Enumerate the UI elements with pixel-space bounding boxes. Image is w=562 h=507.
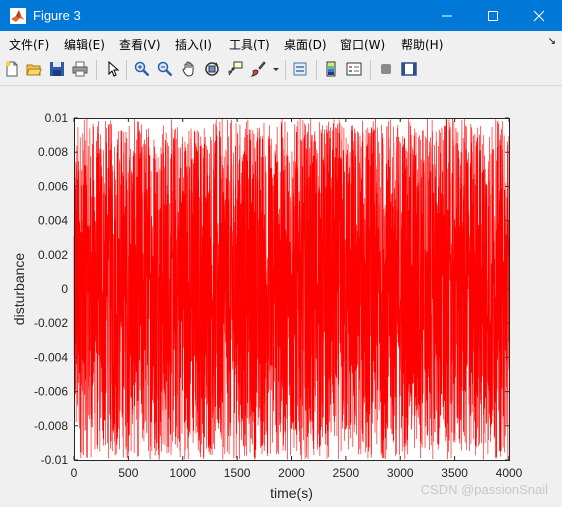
y-tick-label: 0.006: [38, 179, 68, 193]
close-icon: [533, 10, 545, 21]
dock-arrow-icon[interactable]: ↘: [548, 36, 556, 47]
legend-button[interactable]: [345, 60, 363, 78]
print-icon: [72, 61, 88, 77]
menu-edit[interactable]: 编辑(E): [64, 36, 105, 53]
zoom-out-button[interactable]: [156, 60, 174, 78]
x-tick-label: 1500: [224, 466, 251, 480]
zoom-in-icon: [134, 61, 150, 77]
y-tick-label: 0.01: [45, 111, 69, 125]
data-cursor-button[interactable]: [226, 60, 244, 78]
y-tick-label: -0.004: [34, 350, 68, 364]
hide-plot-tools-button[interactable]: [377, 60, 395, 78]
print-button[interactable]: [71, 60, 89, 78]
minimize-button[interactable]: [424, 0, 470, 31]
toolbar-separator: [285, 60, 286, 80]
save-icon: [50, 62, 64, 76]
menu-view[interactable]: 查看(V): [119, 36, 161, 53]
show-plot-tools-icon: [401, 62, 417, 76]
pan-button[interactable]: [180, 60, 198, 78]
y-tick-label: -0.006: [34, 385, 68, 399]
brush-button[interactable]: [249, 60, 267, 78]
legend-icon: [346, 62, 362, 76]
menu-tools[interactable]: 工具(T): [229, 36, 270, 53]
hide-plot-tools-icon: [381, 64, 391, 74]
toolbar-separator: [370, 60, 371, 80]
minimize-icon: [442, 15, 452, 16]
edit-plot-button[interactable]: [104, 60, 122, 78]
y-tick-label: 0.002: [38, 248, 68, 262]
toolbar-separator: [96, 60, 97, 80]
y-tick-label: -0.008: [34, 419, 68, 433]
x-tick-label: 3000: [387, 466, 414, 480]
maximize-icon: [488, 10, 498, 21]
x-tick-label: 500: [118, 466, 138, 480]
colorbar-button[interactable]: [322, 60, 340, 78]
x-axis-label: time(s): [270, 485, 313, 501]
x-tick-label: 2500: [333, 466, 360, 480]
menu-insert[interactable]: 插入(I): [175, 36, 212, 53]
menu-window[interactable]: 窗口(W): [340, 36, 385, 53]
menu-file[interactable]: 文件(F): [9, 36, 49, 53]
chevron-down-icon: [273, 68, 279, 71]
maximize-button[interactable]: [470, 0, 516, 31]
watermark: CSDN @passionSnail: [420, 482, 548, 497]
new-figure-button[interactable]: [3, 60, 21, 78]
open-file-button[interactable]: [25, 60, 43, 78]
x-tick-label: 0: [71, 466, 78, 480]
rotate-3d-button[interactable]: [203, 60, 221, 78]
show-plot-tools-button[interactable]: [400, 60, 418, 78]
y-tick-label: -0.002: [34, 316, 68, 330]
zoom-out-icon: [157, 61, 173, 77]
toolbar-separator: [316, 60, 317, 80]
y-axis-label: disturbance: [11, 253, 27, 326]
figure-canvas[interactable]: 0 500 1000 1500 2000 2500 3000 3500 4000 -0.01 -0…: [0, 86, 562, 507]
disturbance-plot: 0 500 1000 1500 2000 2500 3000 3500 4000 -0.01 -0…: [11, 111, 523, 501]
figure-toolbar: [0, 55, 562, 86]
data-cursor-icon: [228, 61, 243, 76]
y-tick-label: 0.008: [38, 145, 68, 159]
x-tick-label: 3500: [441, 466, 468, 480]
matlab-logo-icon: [10, 8, 26, 24]
rotate-3d-icon: [205, 62, 219, 76]
zoom-in-button[interactable]: [133, 60, 151, 78]
toolbar-separator: [126, 60, 127, 80]
window-title: Figure 3: [33, 8, 81, 23]
close-button[interactable]: [516, 0, 562, 31]
x-tick-label: 4000: [496, 466, 523, 480]
pan-icon: [182, 61, 194, 77]
link-plot-button[interactable]: [291, 60, 309, 78]
menu-help[interactable]: 帮助(H): [401, 36, 443, 53]
new-figure-icon: [5, 61, 18, 77]
y-tick-label: 0: [61, 282, 68, 296]
y-tick-label: -0.01: [41, 453, 69, 467]
colorbar-icon: [326, 61, 336, 77]
x-tick-label: 2000: [278, 466, 305, 480]
open-file-icon: [26, 64, 42, 76]
y-tick-label: 0.004: [38, 214, 68, 228]
brush-icon: [250, 61, 266, 77]
edit-plot-icon: [108, 61, 120, 77]
brush-dropdown[interactable]: [271, 60, 281, 78]
x-tick-label: 1000: [169, 466, 196, 480]
link-plot-icon: [293, 62, 307, 76]
menu-desktop[interactable]: 桌面(D): [284, 36, 327, 53]
title-bar: Figure 3: [0, 0, 562, 31]
menu-bar: 文件(F) 编辑(E) 查看(V) 插入(I) 工具(T) 桌面(D) 窗口(W…: [0, 31, 562, 55]
save-button[interactable]: [48, 60, 66, 78]
